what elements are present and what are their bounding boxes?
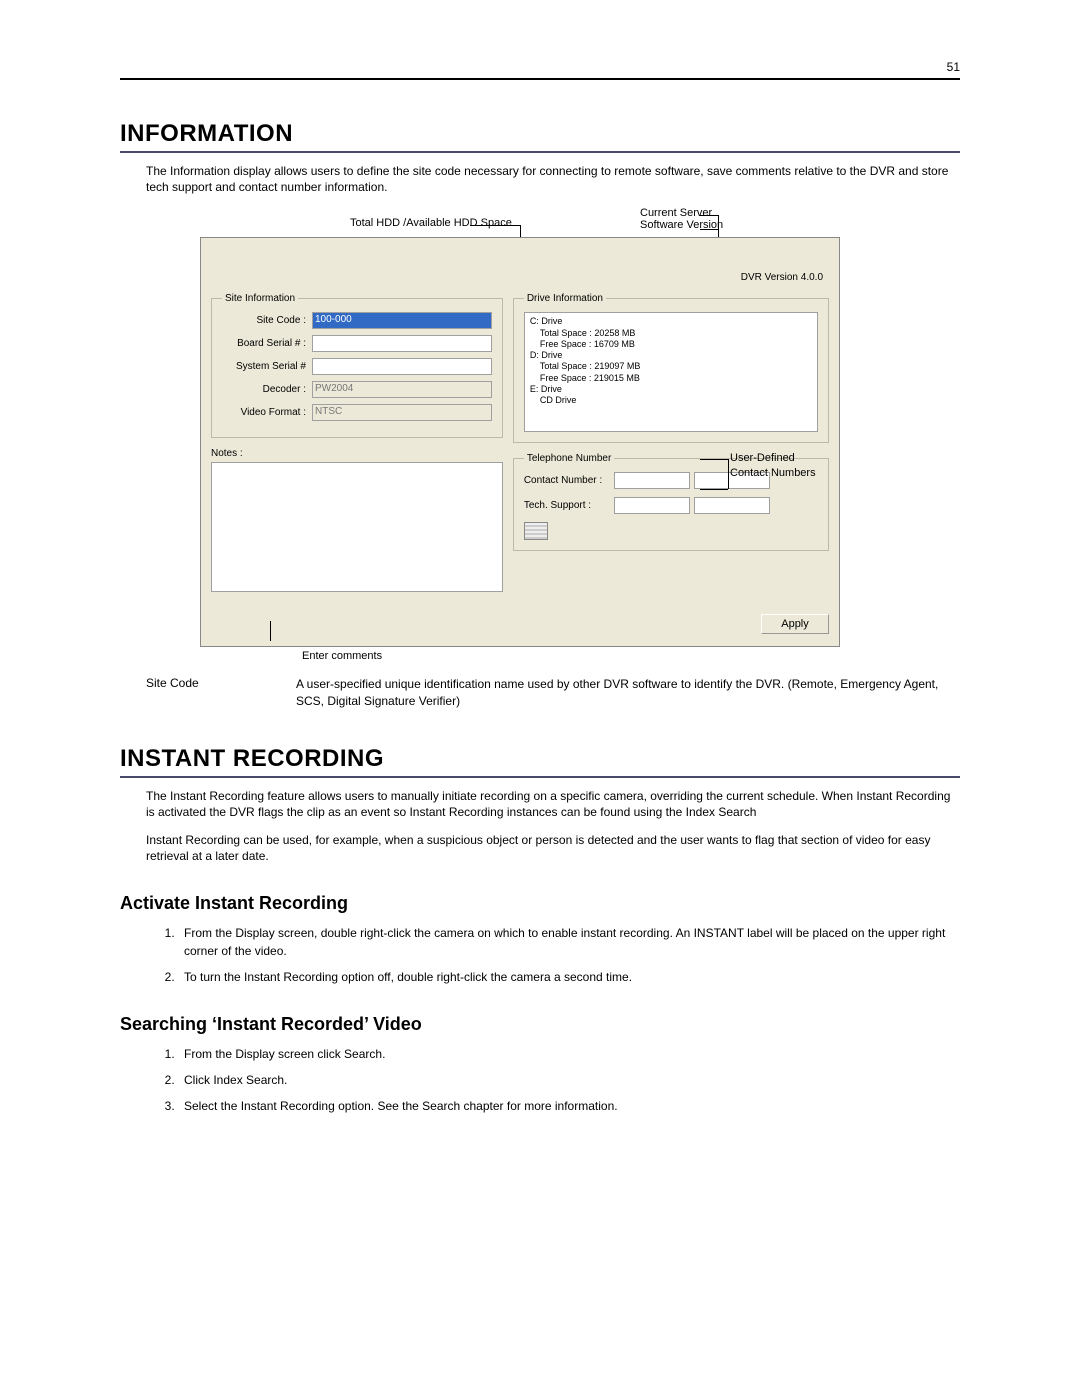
drive-c-total: Total Space : 20258 MB — [540, 328, 812, 339]
site-code-input[interactable]: 100-000 — [312, 312, 492, 329]
page-number: 51 — [120, 60, 960, 80]
dvr-version-text: DVR Version 4.0.0 — [211, 272, 823, 283]
site-information-group: Site Information Site Code : 100-000 Boa… — [211, 293, 503, 438]
drive-c-free: Free Space : 16709 MB — [540, 339, 812, 350]
video-format-input: NTSC — [312, 404, 492, 421]
apply-button[interactable]: Apply — [761, 614, 829, 634]
drive-e-note: CD Drive — [540, 395, 812, 406]
heading-searching-instant: Searching ‘Instant Recorded’ Video — [120, 1014, 960, 1035]
contact-number-label: Contact Number : — [524, 475, 610, 486]
activate-instant-steps: From the Display screen, double right-cl… — [178, 924, 960, 986]
heading-instant-recording: INSTANT RECORDING — [120, 745, 960, 778]
drive-c-name: C: Drive — [530, 316, 812, 327]
search-step-1: From the Display screen click Search. — [178, 1045, 960, 1063]
board-serial-label: Board Serial # : — [222, 338, 306, 349]
callout-hdd: Total HDD /Available HDD Space — [350, 217, 512, 229]
telephone-number-legend: Telephone Number — [524, 453, 615, 464]
intro-information: The Information display allows users to … — [146, 163, 960, 195]
information-figure: Total HDD /Available HDD Space Current S… — [200, 207, 840, 662]
board-serial-input[interactable] — [312, 335, 492, 352]
drive-list: C: Drive Total Space : 20258 MB Free Spa… — [524, 312, 818, 432]
tech-support-input-1[interactable] — [614, 497, 690, 514]
decoder-input: PW2004 — [312, 381, 492, 398]
callout-user-defined-l2: Contact Numbers — [730, 467, 816, 479]
callout-current-server: Current Server Software Version — [640, 207, 723, 231]
site-information-legend: Site Information — [222, 293, 298, 304]
tech-support-input-2[interactable] — [694, 497, 770, 514]
instant-recording-p2: Instant Recording can be used, for examp… — [146, 832, 960, 864]
system-serial-label: System Serial # — [222, 361, 306, 372]
video-format-label: Video Format : — [222, 407, 306, 418]
search-step-3: Select the Instant Recording option. See… — [178, 1097, 960, 1115]
keyboard-icon[interactable] — [524, 522, 548, 540]
notes-label: Notes : — [211, 448, 503, 459]
drive-d-name: D: Drive — [530, 350, 812, 361]
tech-support-label: Tech. Support : — [524, 500, 610, 511]
system-serial-input[interactable] — [312, 358, 492, 375]
callout-user-defined-l1: User-Defined — [730, 452, 795, 464]
drive-information-legend: Drive Information — [524, 293, 606, 304]
activate-step-2: To turn the Instant Recording option off… — [178, 968, 960, 986]
heading-activate-instant: Activate Instant Recording — [120, 893, 960, 914]
heading-information: INFORMATION — [120, 120, 960, 153]
searching-instant-steps: From the Display screen click Search. Cl… — [178, 1045, 960, 1115]
search-step-2: Click Index Search. — [178, 1071, 960, 1089]
callout-enter-comments: Enter comments — [302, 650, 840, 662]
drive-d-total: Total Space : 219097 MB — [540, 361, 812, 372]
site-code-definition: Site Code A user-specified unique identi… — [146, 676, 960, 708]
site-code-label: Site Code : — [222, 315, 306, 326]
instant-recording-p1: The Instant Recording feature allows use… — [146, 788, 960, 820]
notes-textarea[interactable] — [211, 462, 503, 592]
information-dialog: DVR Version 4.0.0 Site Information Site … — [200, 237, 840, 647]
drive-e-name: E: Drive — [530, 384, 812, 395]
callout-current-line1: Current Server — [640, 207, 712, 219]
site-code-term: Site Code — [146, 676, 296, 708]
decoder-label: Decoder : — [222, 384, 306, 395]
callout-user-defined-contacts: User-Defined Contact Numbers — [730, 451, 840, 480]
activate-step-1: From the Display screen, double right-cl… — [178, 924, 960, 960]
drive-information-group: Drive Information C: Drive Total Space :… — [513, 293, 829, 443]
drive-d-free: Free Space : 219015 MB — [540, 373, 812, 384]
site-code-def-body: A user-specified unique identification n… — [296, 676, 960, 708]
contact-number-input-1[interactable] — [614, 472, 690, 489]
